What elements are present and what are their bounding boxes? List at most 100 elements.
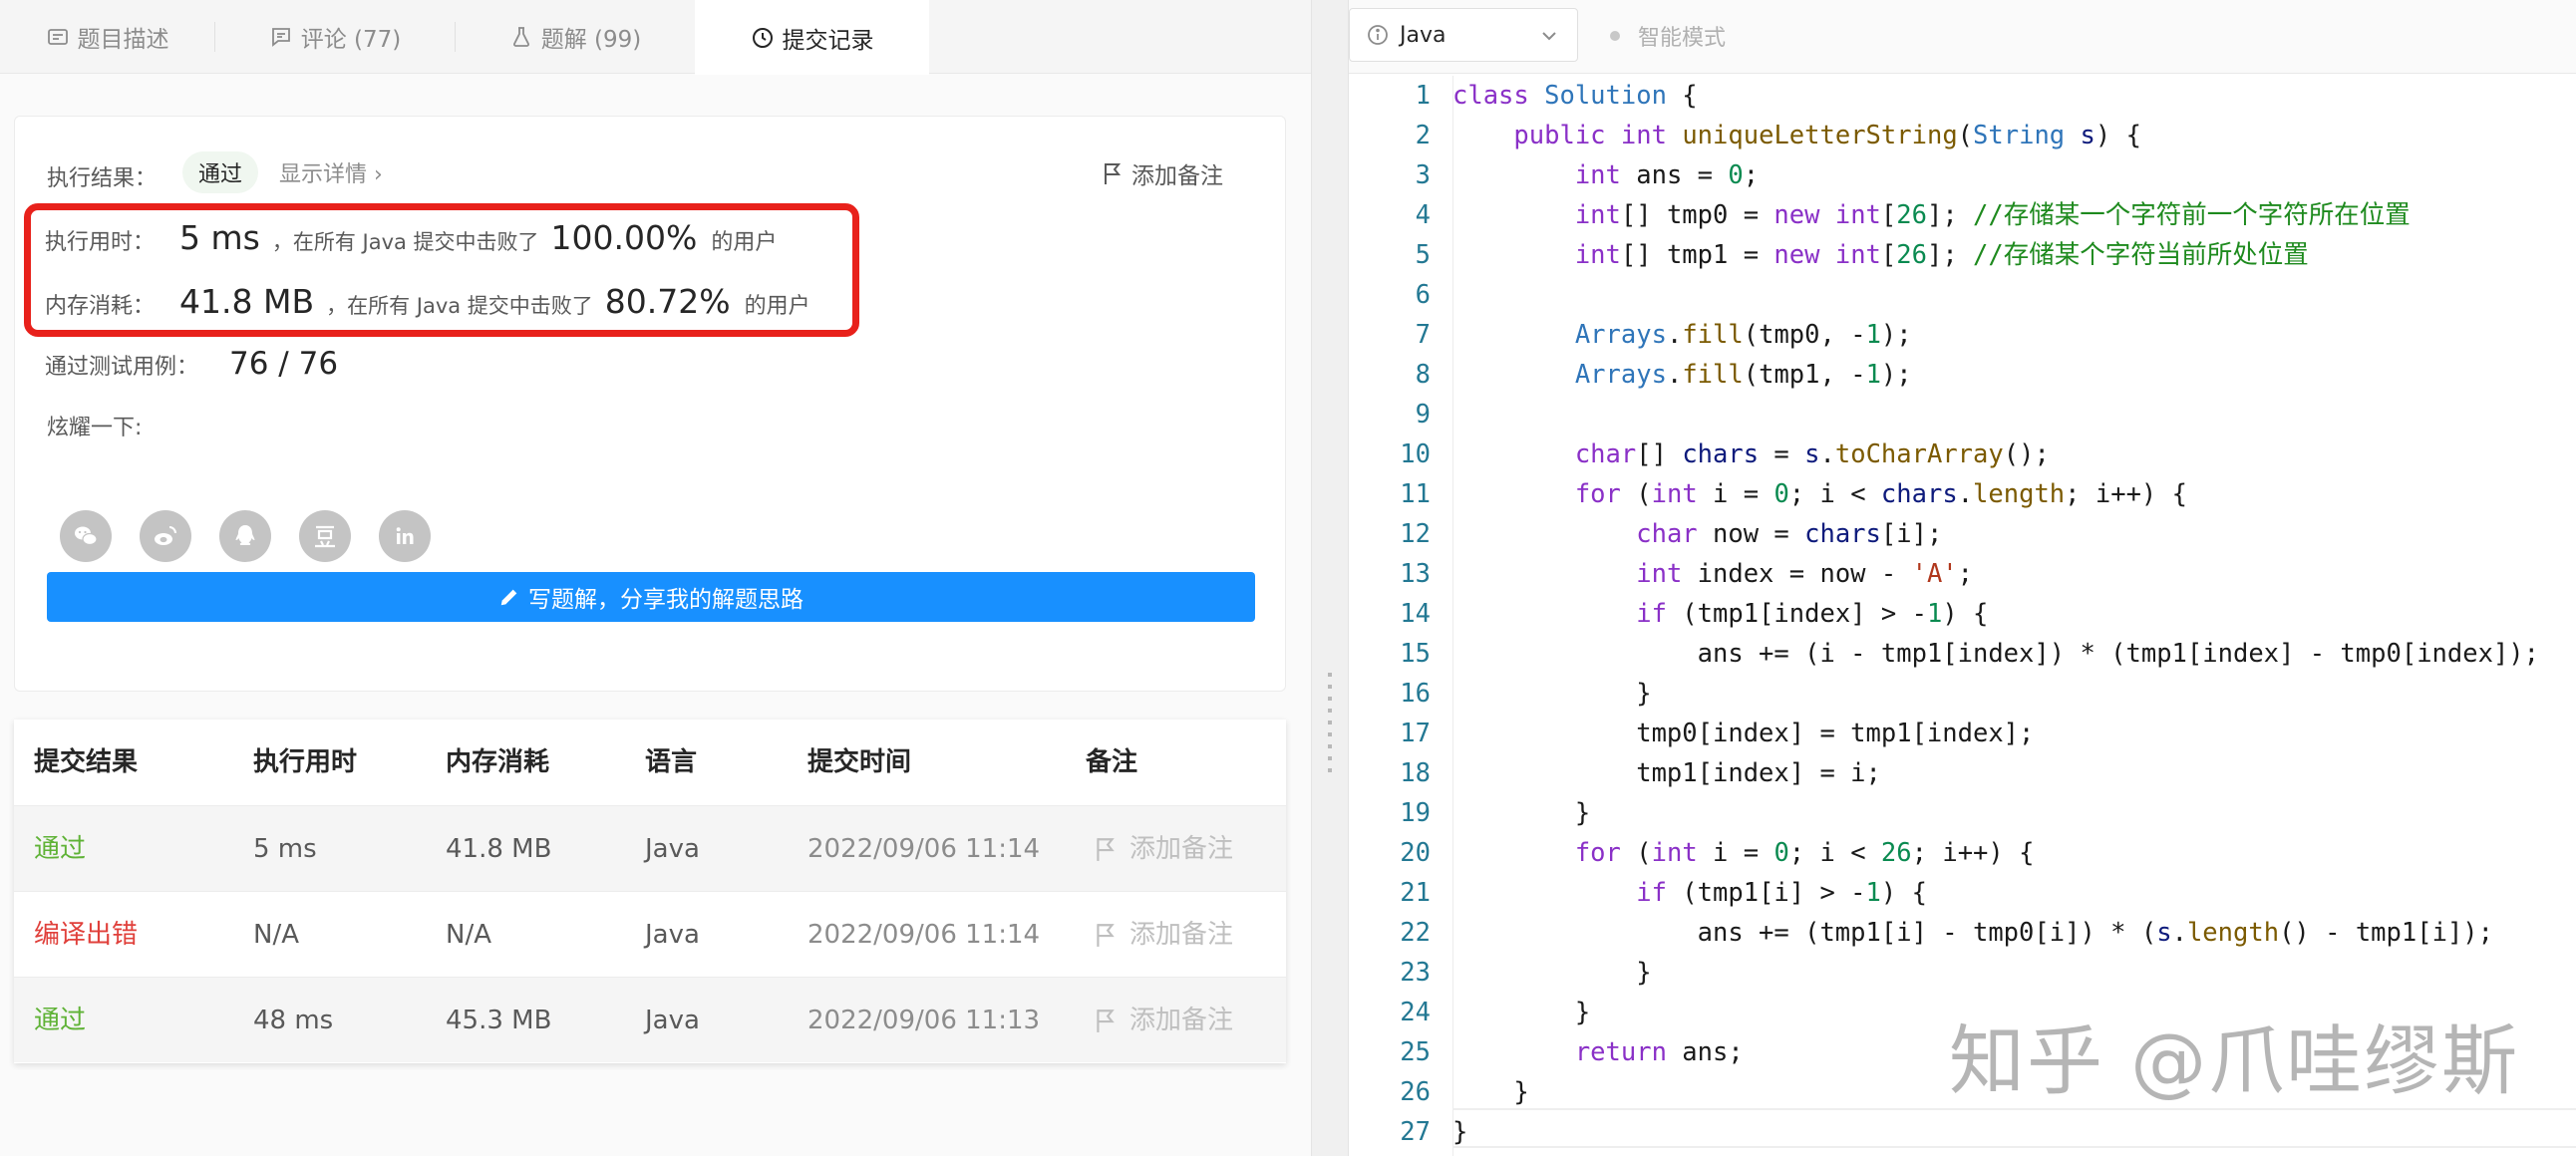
- column-header-runtime: 执行用时: [253, 747, 358, 777]
- line-number: 27: [1400, 1117, 1431, 1147]
- submission-time: 2022/09/06 11:13: [807, 1006, 1041, 1035]
- table-row[interactable]: 通过 48 ms 45.3 MB Java 2022/09/06 11:13 添…: [14, 977, 1286, 1062]
- add-note-button[interactable]: 添加备注: [1102, 156, 1223, 190]
- code-line[interactable]: ans += (tmp1[i] - tmp0[i]) * (s.length()…: [1452, 913, 2493, 953]
- table-row[interactable]: 通过 5 ms 41.8 MB Java 2022/09/06 11:14 添加…: [14, 805, 1286, 891]
- line-number: 20: [1400, 838, 1431, 868]
- code-line[interactable]: public int uniqueLetterString(String s) …: [1452, 116, 2141, 155]
- add-note-label: 添加备注: [1131, 163, 1223, 189]
- result-card: 执行结果： 通过 显示详情 › 添加备注 执行用时： 5 ms ，在所有 Jav…: [14, 116, 1286, 692]
- code-line[interactable]: }: [1452, 674, 1651, 714]
- column-header-submit-time: 提交时间: [807, 747, 912, 777]
- code-line[interactable]: ans += (i - tmp1[index]) * (tmp1[index] …: [1452, 634, 2539, 674]
- tab-label: 评论 (77): [300, 27, 402, 53]
- tab-solutions[interactable]: 题解 (99): [456, 0, 695, 74]
- line-number: 18: [1400, 758, 1431, 788]
- line-number: 5: [1415, 240, 1431, 270]
- table-row[interactable]: 编译出错 N/A N/A Java 2022/09/06 11:14 添加备注: [14, 891, 1286, 977]
- code-line[interactable]: }: [1452, 993, 1590, 1032]
- submission-language: Java: [645, 920, 700, 950]
- code-line[interactable]: int[] tmp1 = new int[26]; //存储某个字符当前所处位置: [1452, 235, 2309, 275]
- language-select[interactable]: Java: [1349, 8, 1578, 62]
- pane-resize-handle[interactable]: [1311, 0, 1349, 1156]
- tests-value: 76 / 76: [229, 346, 339, 382]
- submission-status[interactable]: 编译出错: [34, 892, 138, 978]
- tab-bar: 题目描述 评论 (77) 题解 (99) 提交记录: [0, 0, 1311, 75]
- code-line[interactable]: class Solution {: [1452, 76, 1698, 116]
- tab-comments[interactable]: 评论 (77): [215, 0, 455, 74]
- line-number: 8: [1415, 360, 1431, 390]
- code-line[interactable]: }: [1452, 793, 1590, 833]
- tab-submissions[interactable]: 提交记录: [695, 0, 929, 75]
- drag-handle-icon: [1328, 673, 1332, 772]
- line-number: 6: [1415, 280, 1431, 310]
- status-badge: 通过: [182, 151, 259, 193]
- code-line[interactable]: tmp1[index] = i;: [1452, 753, 1881, 793]
- submission-status[interactable]: 通过: [34, 806, 86, 892]
- code-line[interactable]: int index = now - 'A';: [1452, 554, 1973, 594]
- code-line[interactable]: for (int i = 0; i < 26; i++) {: [1452, 833, 2035, 873]
- code-line[interactable]: if (tmp1[i] > -1) {: [1452, 873, 1927, 913]
- mode-dot-icon: [1610, 31, 1620, 41]
- line-number: 25: [1400, 1037, 1431, 1067]
- line-number: 12: [1400, 519, 1431, 549]
- clock-icon: [752, 27, 773, 48]
- smart-mode-label: 智能模式: [1638, 26, 1727, 51]
- flag-icon: [1105, 163, 1122, 184]
- code-line[interactable]: Arrays.fill(tmp1, -1);: [1452, 355, 1912, 395]
- add-note-button[interactable]: 添加备注: [1094, 892, 1233, 978]
- code-line[interactable]: }: [1452, 953, 1651, 993]
- share-weibo-button[interactable]: [140, 510, 191, 562]
- line-number: 17: [1400, 719, 1431, 748]
- tab-description[interactable]: 题目描述: [0, 0, 214, 74]
- submission-language: Java: [645, 1006, 700, 1035]
- watermark: 知乎 @爪哇缪斯: [1949, 1016, 2520, 1105]
- code-line[interactable]: char now = chars[i];: [1452, 514, 1942, 554]
- add-note-button[interactable]: 添加备注: [1094, 978, 1233, 1063]
- line-number: 1: [1415, 81, 1431, 111]
- line-number: 10: [1400, 439, 1431, 469]
- code-line[interactable]: char[] chars = s.toCharArray();: [1452, 434, 2050, 474]
- line-number: 15: [1400, 639, 1431, 669]
- code-line[interactable]: for (int i = 0; i < chars.length; i++) {: [1452, 474, 2187, 514]
- smart-mode-toggle[interactable]: 智能模式: [1610, 20, 1726, 52]
- tests-row: 通过测试用例： 76 / 76: [45, 346, 338, 382]
- submission-memory: 41.8 MB: [446, 834, 552, 864]
- code-line[interactable]: tmp0[index] = tmp1[index];: [1452, 714, 2034, 753]
- description-icon: [47, 29, 68, 45]
- share-linkedin-button[interactable]: [379, 510, 431, 562]
- current-line-highlight: [1452, 1108, 2576, 1148]
- line-number: 22: [1400, 918, 1431, 948]
- code-area[interactable]: 1 2 3 4 5 6 7 8 9 10 11 12 13 14 15 16 17 18 19 20 21 22 23 24 2…: [1349, 76, 2576, 1156]
- column-header-memory: 内存消耗: [446, 747, 550, 777]
- qq-icon: [235, 525, 255, 545]
- flag-icon: [1097, 1010, 1115, 1032]
- add-note-label: 添加备注: [1129, 1006, 1234, 1035]
- line-number: 21: [1400, 878, 1431, 908]
- write-solution-button[interactable]: 写题解，分享我的解题思路: [47, 572, 1255, 622]
- code-line[interactable]: if (tmp1[index] > -1) {: [1452, 594, 1988, 634]
- line-number: 24: [1400, 998, 1431, 1027]
- line-number: 2: [1415, 121, 1431, 150]
- share-qq-button[interactable]: [219, 510, 271, 562]
- line-number: 11: [1400, 479, 1431, 509]
- weibo-icon: [155, 526, 176, 545]
- douban-icon: [315, 525, 335, 548]
- code-line[interactable]: }: [1452, 1072, 1528, 1112]
- line-number: 3: [1415, 160, 1431, 190]
- share-wechat-button[interactable]: [60, 510, 112, 562]
- code-line[interactable]: }: [1452, 1112, 1467, 1152]
- submission-memory: N/A: [446, 920, 491, 950]
- line-number: 9: [1415, 400, 1431, 430]
- submission-status[interactable]: 通过: [34, 978, 86, 1063]
- chevron-down-icon: [1542, 32, 1556, 41]
- add-note-label: 添加备注: [1129, 920, 1234, 950]
- code-line[interactable]: int ans = 0;: [1452, 155, 1759, 195]
- linkedin-icon: [396, 527, 414, 544]
- show-details-link[interactable]: 显示详情 ›: [279, 156, 383, 188]
- code-line[interactable]: return ans;: [1452, 1032, 1744, 1072]
- code-line[interactable]: Arrays.fill(tmp0, -1);: [1452, 315, 1912, 355]
- share-douban-button[interactable]: [299, 510, 351, 562]
- code-line[interactable]: int[] tmp0 = new int[26]; //存储某一个字符前一个字符…: [1452, 195, 2411, 235]
- add-note-button[interactable]: 添加备注: [1094, 806, 1233, 892]
